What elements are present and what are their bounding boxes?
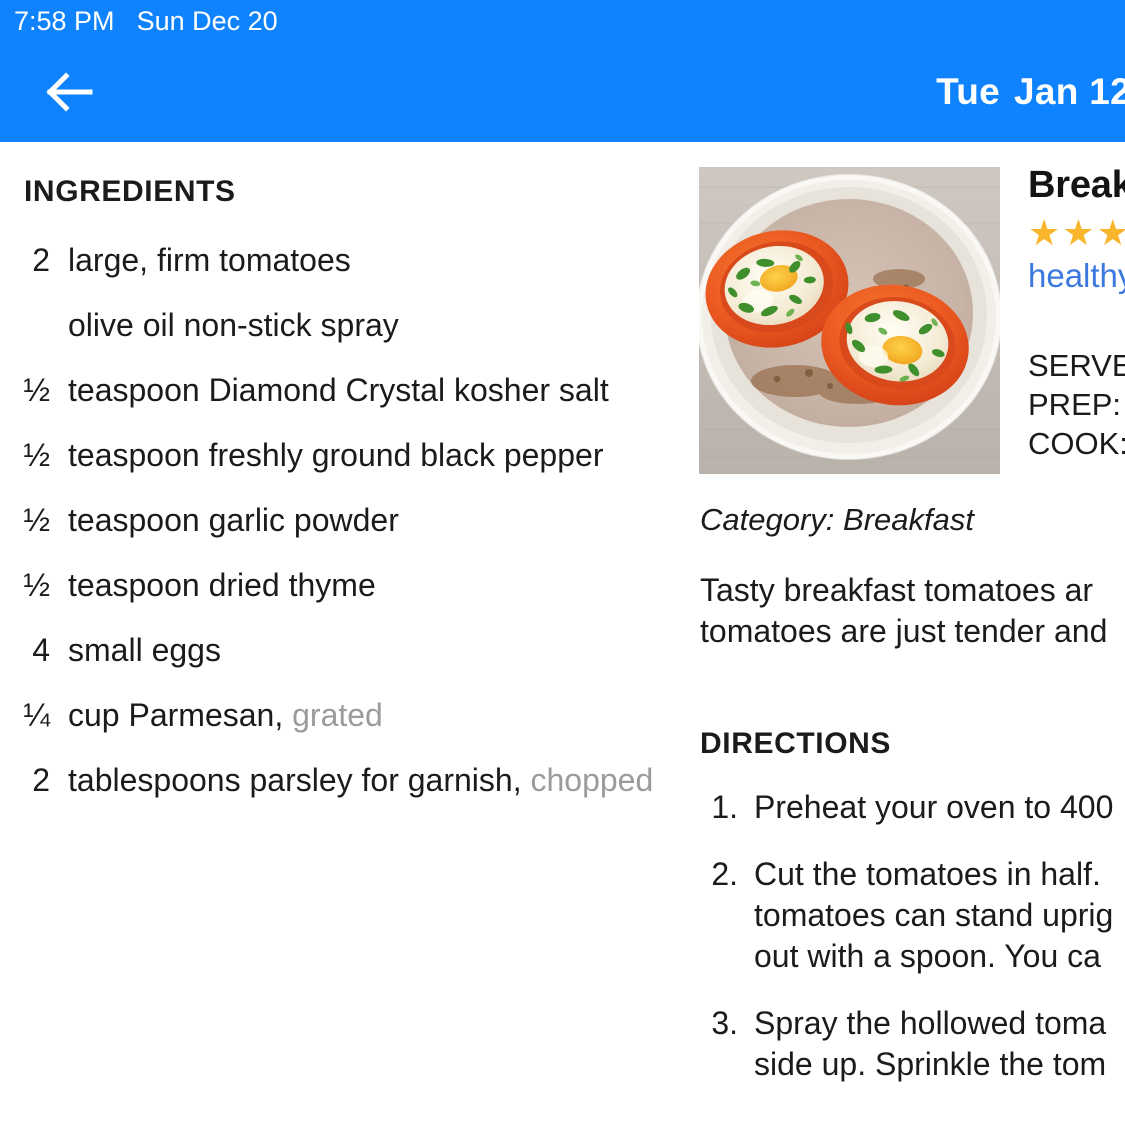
ingredient-quantity: ½	[23, 502, 50, 538]
recipe-detail-screen: 7:58 PM Sun Dec 20 Tue Jan 12 INGREDIENTS…	[0, 0, 1125, 1125]
recipe-meta-row: SERVES	[1028, 348, 1125, 383]
status-bar-time: 7:58 PM	[14, 5, 115, 36]
ingredient-row[interactable]: ½ teaspoon Diamond Crystal kosher salt	[0, 367, 690, 413]
ingredient-quantity: 2	[32, 242, 50, 278]
recipe-tags[interactable]: healthy	[1028, 257, 1125, 295]
ingredient-quantity: 4	[32, 632, 50, 668]
direction-number: 1.	[711, 789, 738, 825]
recipe-category: Category: Breakfast	[700, 502, 974, 537]
ingredient-text: cup Parmesan, grated	[68, 697, 383, 733]
direction-row[interactable]: 1. Preheat your oven to 400	[690, 787, 1125, 828]
direction-text: Spray the hollowed toma side up. Sprinkl…	[754, 1005, 1107, 1082]
ingredient-text: teaspoon garlic powder	[68, 502, 399, 538]
direction-number: 2.	[711, 856, 738, 892]
ingredient-quantity: ½	[23, 437, 50, 473]
ingredient-row[interactable]: 2 tablespoons parsley for garnish, choppe…	[0, 757, 690, 803]
app-bar-title-date: Jan 12	[1014, 71, 1125, 112]
ingredient-quantity: 2	[32, 762, 50, 798]
directions-list: 1. Preheat your oven to 400 2. Cut the toma…	[690, 787, 1125, 1111]
status-bar-date: Sun Dec 20	[136, 5, 278, 36]
ingredient-quantity: ¼	[23, 697, 50, 733]
direction-row[interactable]: 3. Spray the hollowed toma side up. Sprin…	[690, 1003, 1125, 1085]
ingredient-row[interactable]: ½ teaspoon freshly ground black pepper	[0, 432, 690, 478]
recipe-meta-row: COOK:	[1028, 426, 1125, 461]
ingredient-text: teaspoon Diamond Crystal kosher salt	[68, 372, 609, 408]
app-bar-title-day: Tue	[936, 71, 1000, 112]
app-bar-title: Tue Jan 12	[936, 71, 1125, 113]
ingredients-heading: INGREDIENTS	[24, 175, 236, 208]
ingredient-row[interactable]: ½ teaspoon garlic powder	[0, 497, 690, 543]
ingredient-row[interactable]: 2 large, firm tomatoes	[0, 237, 690, 283]
ingredients-column: INGREDIENTS 2 large, firm tomatoes olive o…	[0, 142, 690, 1125]
recipe-column: Break ★★★ healthy SERVESPREP:COOK: Categ…	[690, 142, 1125, 1125]
ingredient-text: small eggs	[68, 632, 221, 668]
direction-text: Cut the tomatoes in half. tomatoes can s…	[754, 856, 1114, 974]
ingredient-row[interactable]: 4 small eggs	[0, 627, 690, 673]
star-icon[interactable]: ★	[1028, 213, 1060, 253]
direction-text: Preheat your oven to 400	[754, 789, 1114, 825]
recipe-meta-row: PREP:	[1028, 387, 1122, 422]
star-icon[interactable]: ★	[1097, 213, 1125, 253]
ingredient-text: tablespoons parsley for garnish, chopped	[68, 762, 654, 798]
ingredient-quantity: ½	[23, 372, 50, 408]
back-arrow-icon	[42, 64, 98, 120]
direction-number: 3.	[711, 1005, 738, 1041]
ingredient-text: large, firm tomatoes	[68, 242, 351, 278]
directions-heading: DIRECTIONS	[700, 727, 892, 760]
back-button[interactable]	[38, 60, 102, 124]
ingredient-modifier: chopped	[521, 762, 654, 798]
ingredient-text: teaspoon dried thyme	[68, 567, 376, 603]
ingredient-row[interactable]: olive oil non-stick spray	[0, 302, 690, 348]
status-bar: 7:58 PM Sun Dec 20	[0, 0, 1125, 42]
recipe-title: Break	[1028, 164, 1125, 206]
ingredients-list: 2 large, firm tomatoes olive oil non-stick…	[0, 237, 690, 822]
ingredient-row[interactable]: ¼ cup Parmesan, grated	[0, 692, 690, 738]
app-bar: Tue Jan 12	[0, 42, 1125, 142]
recipe-header: Break ★ ★ ★ healthy	[1028, 164, 1125, 295]
ingredient-text: teaspoon freshly ground black pepper	[68, 437, 604, 473]
ingredient-modifier: grated	[283, 697, 383, 733]
ingredient-quantity: ½	[23, 567, 50, 603]
star-icon[interactable]: ★	[1062, 213, 1094, 253]
recipe-photo[interactable]	[699, 167, 1000, 474]
recipe-description: Tasty breakfast tomatoes ar tomatoes are…	[700, 572, 1108, 649]
recipe-rating[interactable]: ★ ★ ★	[1028, 213, 1125, 253]
recipe-meta: SERVES PREP: COOK:	[1028, 346, 1125, 463]
ingredient-row[interactable]: ½ teaspoon dried thyme	[0, 562, 690, 608]
content-area: INGREDIENTS 2 large, firm tomatoes olive o…	[0, 142, 1125, 1125]
direction-row[interactable]: 2. Cut the tomatoes in half. tomatoes can…	[690, 854, 1125, 977]
ingredient-text: olive oil non-stick spray	[68, 307, 399, 343]
